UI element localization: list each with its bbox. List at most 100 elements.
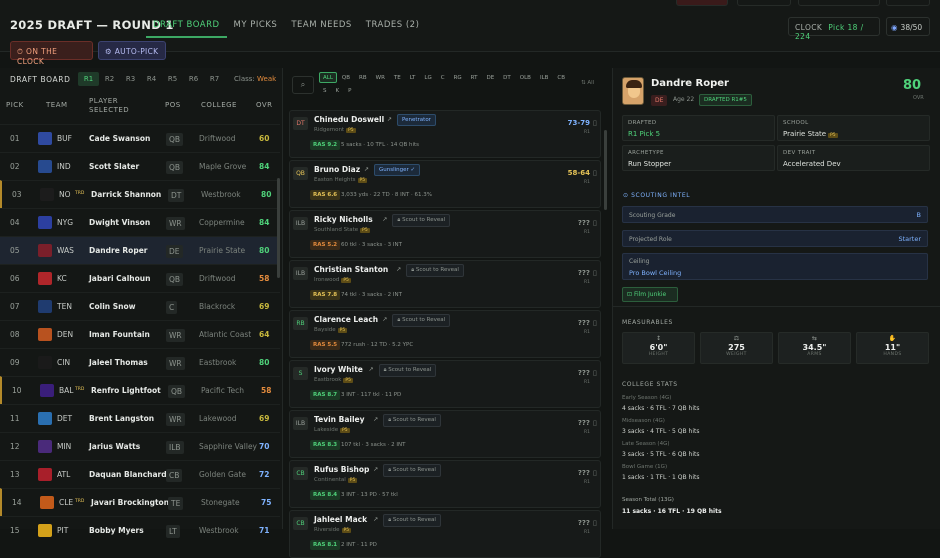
- tab-my-picks[interactable]: MY PICKS: [227, 14, 285, 38]
- scout-to-reveal-button[interactable]: 🔒︎ Scout to Reveal: [383, 464, 441, 477]
- sort-filter[interactable]: ⇅ All: [581, 80, 594, 86]
- position-chip-qb[interactable]: QB: [338, 72, 354, 83]
- draft-board-row[interactable]: 11 DET Brent Langston WR Lakewood 69: [0, 404, 280, 432]
- film-junkie-trait[interactable]: ⊡ Film Junkie: [622, 287, 678, 302]
- position-chip-rt[interactable]: RT: [467, 72, 482, 83]
- notification-tab[interactable]: [676, 0, 728, 6]
- tab-draft-board[interactable]: DRAFT BOARD: [146, 14, 227, 38]
- prospect-card[interactable]: ILB Christian Stanton ↗ 🔒︎ Scout to Reveal I…: [289, 260, 601, 308]
- col-header-ovr[interactable]: OVR: [256, 101, 273, 110]
- draft-board-row[interactable]: 07 TEN Colin Snow C Blackrock 69: [0, 292, 280, 320]
- position-chip-lg[interactable]: LG: [420, 72, 435, 83]
- prospect-card[interactable]: QB Bruno Diaz ↗ Gunslinger ✓ Easton Heights P…: [289, 160, 601, 208]
- prospect-name: Christian Stanton: [314, 265, 389, 274]
- bookmark-icon[interactable]: ▯: [593, 319, 597, 327]
- prospect-card[interactable]: CB Rufus Bishop ↗ 🔒︎ Scout to Reveal Contine…: [289, 460, 601, 508]
- tab-trades[interactable]: TRADES (2): [359, 14, 427, 38]
- height-icon: ↕: [655, 335, 662, 342]
- player-selected: Bobby Myers: [89, 526, 144, 535]
- scout-to-reveal-button[interactable]: 🔒︎ Scout to Reveal: [383, 414, 441, 427]
- position-chip-all[interactable]: ALL: [319, 72, 337, 83]
- scout-to-reveal-button[interactable]: 🔒︎ Scout to Reveal: [392, 214, 451, 227]
- bookmark-icon[interactable]: ▯: [593, 219, 597, 227]
- prospect-card[interactable]: ILB Ricky Nicholls ↗ 🔒︎ Scout to Reveal Sout…: [289, 210, 601, 258]
- position-chip-rg[interactable]: RG: [450, 72, 466, 83]
- bookmark-icon[interactable]: ▯: [593, 119, 597, 127]
- position-chip-c[interactable]: C: [437, 72, 449, 83]
- projected-round: R1: [584, 530, 590, 535]
- prospect-stats: 3 INT · 117 tkl · 11 PD: [341, 392, 402, 398]
- bookmark-icon[interactable]: ▯: [593, 169, 597, 177]
- prospect-scrollbar[interactable]: [604, 130, 607, 210]
- position-chip-de[interactable]: DE: [482, 72, 498, 83]
- position-chip-s[interactable]: S: [319, 85, 331, 96]
- draft-board-row[interactable]: 08 DEN Iman Fountain WR Atlantic Coast 64: [0, 320, 280, 348]
- draft-board-row[interactable]: 12 MIN Jarius Watts ILB Sapphire Valley 70: [0, 432, 280, 460]
- position-chip-k[interactable]: K: [332, 85, 344, 96]
- auto-pick-button[interactable]: ⚙ AUTO-PICK: [98, 41, 166, 60]
- ceiling-value: Pro Bowl Ceiling: [629, 269, 682, 277]
- menu-tab[interactable]: [737, 0, 791, 6]
- bookmark-icon[interactable]: ▯: [593, 419, 597, 427]
- round-tab-r5[interactable]: R5: [162, 72, 183, 86]
- draft-board-row[interactable]: 01 BUF Cade Swanson QB Driftwood 60: [0, 124, 280, 152]
- prospect-card[interactable]: DT Chinedu Doswell ↗ Penetrator Ridgemont P5 R…: [289, 110, 601, 158]
- draft-board-row[interactable]: 02 IND Scott Slater QB Maple Grove 84: [0, 152, 280, 180]
- col-header-player[interactable]: PLAYER SELECTED: [89, 97, 129, 115]
- position-chip-wr[interactable]: WR: [372, 72, 389, 83]
- prospect-card[interactable]: CB Jahleel Mack ↗ 🔒︎ Scout to Reveal Riversi…: [289, 510, 601, 558]
- position-chip-olb[interactable]: OLB: [516, 72, 535, 83]
- prospect-card[interactable]: RB Clarence Leach ↗ 🔒︎ Scout to Reveal Baysi…: [289, 310, 601, 358]
- search-icon[interactable]: ⌕: [292, 76, 314, 94]
- round-tab-r2[interactable]: R2: [99, 72, 120, 86]
- measurable-value: 11": [884, 343, 901, 352]
- draft-board-row[interactable]: 14 CLE TRD Javari Brockington TE Stonegate 75: [0, 488, 280, 516]
- draft-board-row[interactable]: 06 KC Jabari Calhoun QB Driftwood 58: [0, 264, 280, 292]
- position-chip-cb[interactable]: CB: [553, 72, 569, 83]
- scout-to-reveal-button[interactable]: 🔒︎ Scout to Reveal: [383, 514, 441, 527]
- bookmark-icon[interactable]: ▯: [593, 469, 597, 477]
- round-tab-r7[interactable]: R7: [204, 72, 225, 86]
- draft-board-panel: DRAFT BOARD R1 R2 R3 R4 R5 R6 R7 Class: …: [0, 68, 283, 538]
- drafted-label: DRAFTED: [628, 120, 657, 126]
- bookmark-icon[interactable]: ▯: [593, 269, 597, 277]
- measurable-hands: ✋ 11" HANDS: [856, 332, 929, 364]
- position-chip-p[interactable]: P: [344, 85, 355, 96]
- position-chip-dt[interactable]: DT: [499, 72, 515, 83]
- draft-board-row[interactable]: 03 NO TRD Darrick Shannon DT Westbrook 80: [0, 180, 280, 208]
- player-selected: Dandre Roper: [89, 246, 148, 255]
- board-scrollbar[interactable]: [277, 178, 280, 278]
- draft-board-row[interactable]: 09 CIN Jaleel Thomas WR Eastbrook 80: [0, 348, 280, 376]
- position-chip-rb[interactable]: RB: [355, 72, 371, 83]
- position-chip-te[interactable]: TE: [390, 72, 405, 83]
- stats-line: 3 sacks · 5 TFL · 6 QB hits: [622, 451, 700, 458]
- draft-board-row[interactable]: 04 NYG Dwight Vinson WR Coppermine 84: [0, 208, 280, 236]
- prospect-card[interactable]: ILB Tevin Bailey ↗ 🔒︎ Scout to Reveal Lakesi…: [289, 410, 601, 458]
- position-chip-ilb[interactable]: ILB: [536, 72, 552, 83]
- round-tab-r3[interactable]: R3: [120, 72, 141, 86]
- col-header-team[interactable]: TEAM: [46, 101, 68, 110]
- prospect-card[interactable]: S Ivory White ↗ 🔒︎ Scout to Reveal Eastbrook…: [289, 360, 601, 408]
- round-tab-r1[interactable]: R1: [78, 72, 99, 86]
- scout-to-reveal-button[interactable]: 🔒︎ Scout to Reveal: [378, 364, 437, 377]
- on-the-clock-button[interactable]: ⏱ ON THE CLOCK: [10, 41, 93, 66]
- draft-board-row[interactable]: 13 ATL Daquan Blanchard CB Golden Gate 72: [0, 460, 280, 488]
- col-header-pick[interactable]: PICK: [6, 101, 24, 110]
- position-chip-lt[interactable]: LT: [406, 72, 420, 83]
- tab-team-needs[interactable]: TEAM NEEDS: [284, 14, 358, 38]
- draft-board-row[interactable]: 05 WAS Dandre Roper DE Prairie State 80: [0, 236, 280, 264]
- profile-tab[interactable]: [886, 0, 930, 6]
- bookmark-icon[interactable]: ▯: [593, 519, 597, 527]
- draft-board-row[interactable]: 15 PIT Bobby Myers LT Westbrook 71: [0, 516, 280, 544]
- team-abbr: ATL: [57, 470, 71, 479]
- draft-board-row[interactable]: 10 BAL TRD Renfro Lightfoot QB Pacific Tech 58: [0, 376, 280, 404]
- round-tab-r4[interactable]: R4: [141, 72, 162, 86]
- col-header-pos[interactable]: POS: [165, 101, 181, 110]
- presence-badge[interactable]: ◉ 38/50: [886, 17, 930, 36]
- bookmark-icon[interactable]: ▯: [593, 369, 597, 377]
- settings-tab[interactable]: [798, 0, 880, 6]
- col-header-college[interactable]: COLLEGE: [201, 101, 237, 110]
- scout-to-reveal-button[interactable]: 🔒︎ Scout to Reveal: [392, 314, 451, 327]
- round-tab-r6[interactable]: R6: [183, 72, 204, 86]
- scout-to-reveal-button[interactable]: 🔒︎ Scout to Reveal: [406, 264, 464, 277]
